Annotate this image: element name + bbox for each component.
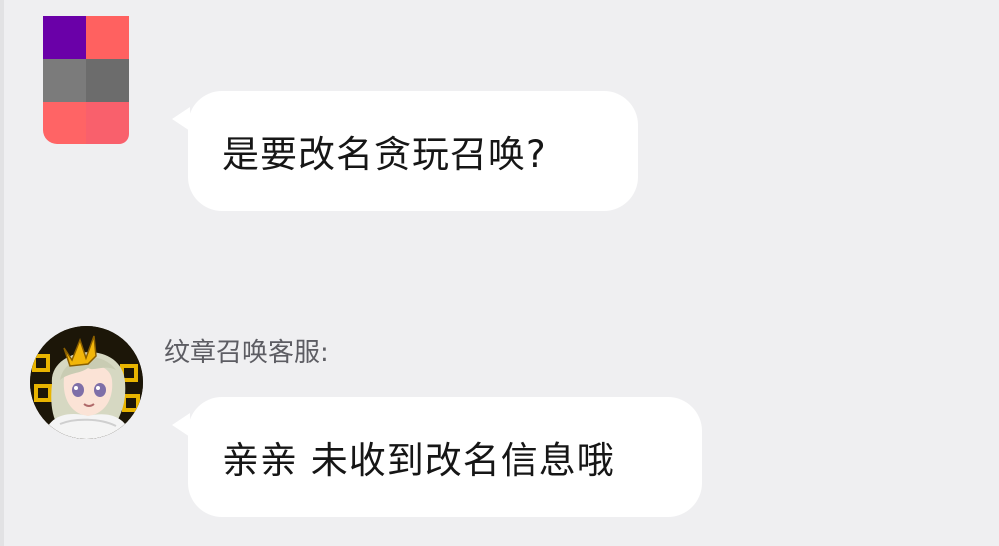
message-bubble[interactable]: 亲亲 未收到改名信息哦 bbox=[188, 397, 702, 517]
message-bubble[interactable]: 是要改名贪玩召唤? bbox=[188, 91, 638, 211]
user-avatar[interactable] bbox=[43, 16, 129, 144]
sender-name: 纹章召唤客服: bbox=[164, 338, 329, 368]
window-edge bbox=[0, 0, 4, 546]
anime-character-icon bbox=[30, 326, 143, 439]
message-text: 亲亲 未收到改名信息哦 bbox=[222, 439, 615, 482]
message-text: 是要改名贪玩召唤? bbox=[222, 133, 547, 176]
support-avatar[interactable] bbox=[30, 326, 143, 439]
